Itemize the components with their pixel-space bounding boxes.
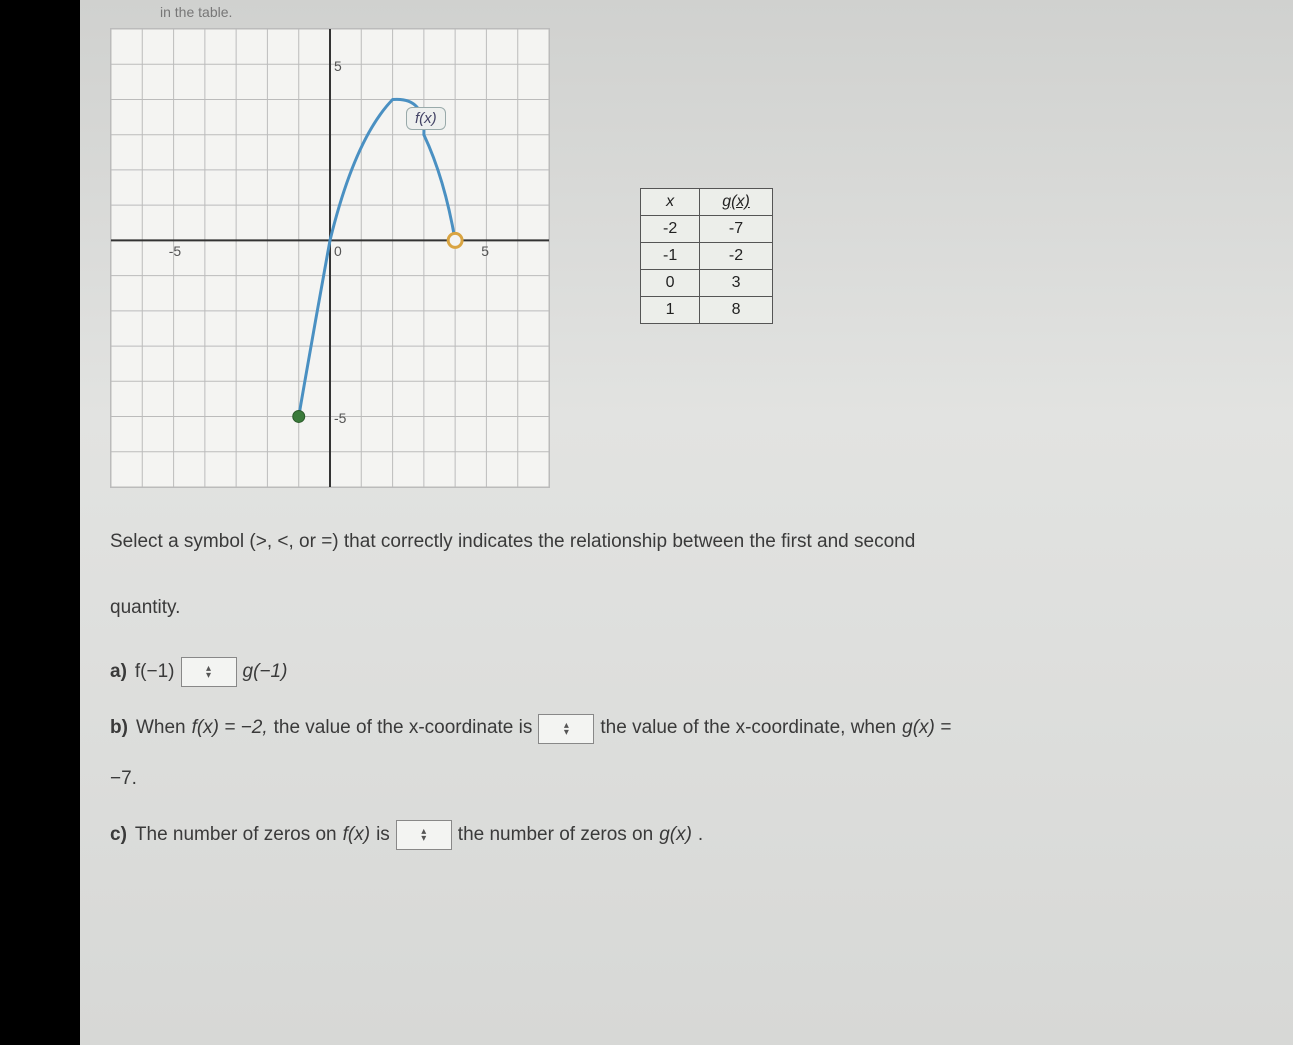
- part-c-fx: f(x): [343, 820, 370, 850]
- part-b-pre: When: [136, 713, 186, 743]
- part-c-line: c) The number of zeros on f(x) is ▴▾ the…: [110, 820, 1263, 850]
- part-b-mid1: the value of the x-coordinate is: [274, 713, 533, 743]
- fx-curve: [299, 99, 455, 416]
- part-a-left: f(−1): [135, 657, 175, 687]
- y-tick-5: 5: [334, 58, 342, 74]
- chevron-updown-icon: ▴▾: [206, 665, 211, 679]
- table-row: -2 -7: [641, 216, 773, 243]
- part-c-tail: .: [698, 820, 703, 850]
- part-c-mid2: the number of zeros on: [458, 820, 653, 850]
- part-b-tail: −7.: [110, 764, 137, 794]
- x-tick-5: 5: [481, 243, 489, 259]
- instruction-line-2: quantity.: [110, 584, 1263, 632]
- part-c-pre: The number of zeros on: [135, 820, 337, 850]
- part-c-label: c): [110, 820, 127, 850]
- part-a-line: a) f(−1) ▴▾ g(−1): [110, 657, 1263, 687]
- part-a-label: a): [110, 657, 127, 687]
- top-text-fragment: in the table.: [110, 0, 1263, 28]
- part-a-dropdown[interactable]: ▴▾: [181, 657, 237, 687]
- chevron-updown-icon: ▴▾: [564, 722, 569, 736]
- chevron-updown-icon: ▴▾: [421, 828, 426, 842]
- instruction-line-1: Select a symbol (>, <, or =) that correc…: [110, 518, 1263, 566]
- g-function-table: x g(x) -2 -7 -1 -2 0 3 1 8: [640, 188, 773, 324]
- part-b-tail-line: −7.: [110, 764, 1263, 794]
- part-b-label: b): [110, 713, 128, 743]
- table-row: -1 -2: [641, 243, 773, 270]
- table-row: 1 8: [641, 297, 773, 324]
- part-b-fx: f(x) = −2,: [192, 713, 268, 743]
- part-b-gx: g(x) =: [902, 713, 951, 743]
- part-c-gx: g(x): [659, 820, 692, 850]
- table-row: 0 3: [641, 270, 773, 297]
- function-graph: -5 0 5 5 -5 f(x): [110, 28, 550, 488]
- part-c-dropdown[interactable]: ▴▾: [396, 820, 452, 850]
- function-label-badge: f(x): [406, 107, 446, 130]
- part-b-line: b) When f(x) = −2, the value of the x-co…: [110, 713, 1263, 743]
- closed-endpoint-icon: [293, 411, 305, 423]
- worksheet-page: in the table.: [80, 0, 1293, 1045]
- part-a-right: g(−1): [243, 657, 288, 687]
- part-c-mid1: is: [376, 820, 390, 850]
- table-header-x: x: [641, 189, 700, 216]
- open-endpoint-icon: [448, 233, 462, 247]
- y-tick-neg5: -5: [334, 410, 347, 426]
- part-b-mid2: the value of the x-coordinate, when: [600, 713, 896, 743]
- table-header-gx: g(x): [700, 189, 773, 216]
- x-tick-neg5: -5: [169, 243, 182, 259]
- origin-label: 0: [334, 243, 342, 259]
- part-b-dropdown[interactable]: ▴▾: [538, 714, 594, 744]
- left-black-margin: [0, 0, 80, 1045]
